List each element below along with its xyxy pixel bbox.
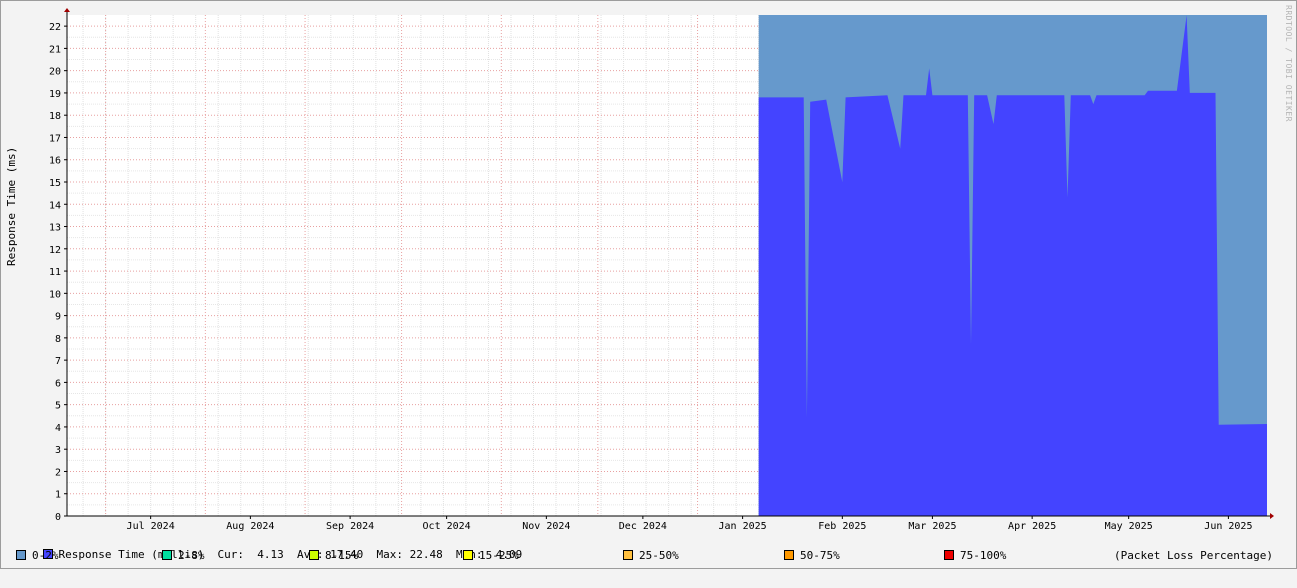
x-tick-label: Apr 2025 [1008,521,1056,532]
loss-legend-label: 2-8% [178,549,205,562]
x-tick-label: Mar 2025 [908,521,956,532]
y-tick-label: 14 [49,200,61,211]
y-tick-label: 9 [55,312,61,323]
loss-legend-label: 50-75% [800,549,840,562]
x-tick-label: Sep 2024 [326,521,374,532]
y-tick-label: 11 [49,267,61,278]
loss-legend-label: 8-15% [325,549,359,562]
y-tick-label: 2 [55,467,61,478]
loss-legend-swatch [944,550,954,560]
loss-legend-swatch [162,550,172,560]
y-axis-arrow [64,8,70,12]
y-tick-label: 5 [55,401,61,412]
y-tick-label: 21 [49,44,61,55]
loss-legend-label: 0-2% [32,549,59,562]
y-tick-label: 22 [49,22,61,33]
y-tick-label: 6 [55,378,61,389]
loss-legend-swatch [784,550,794,560]
y-tick-label: 7 [55,356,61,367]
x-tick-label: Nov 2024 [522,521,570,532]
loss-legend-label: 75-100% [960,549,1007,562]
graph-frame: 0 1 2 3 4 5 6 7 8 9 10 11 12 13 14 15 16 17 18 19 20 21 22 Jul … [0,0,1297,569]
loss-legend-swatch [623,550,633,560]
loss-legend-swatch [16,550,26,560]
y-tick-label: 0 [55,512,61,523]
y-tick-label: 15 [49,178,61,189]
x-tick-label: May 2025 [1105,521,1153,532]
packet-loss-legend: (Packet Loss Percentage) 0-2% 2-8% 8-15% 15… [16,549,1286,563]
y-tick-label: 19 [49,89,61,100]
loss-legend-item: 2-8% [162,549,205,562]
loss-legend-item: 25-50% [623,549,679,562]
y-tick-label: 4 [55,423,61,434]
response-time-chart: 012345678910111213141516171819202122Jul … [49,8,1274,532]
x-tick-label: Jun 2025 [1204,521,1252,532]
y-tick-label: 13 [49,223,61,234]
y-tick-label: 20 [49,67,61,78]
rrdtool-watermark: RRDTOOL / TOBI OETIKER [1284,5,1293,122]
y-tick-label: 17 [49,133,61,144]
y-tick-label: 1 [55,490,61,501]
y-axis-label: Response Time (ms) [5,146,18,266]
loss-legend-swatch [463,550,473,560]
loss-legend-label: 25-50% [639,549,679,562]
loss-legend-swatch [309,550,319,560]
loss-legend-item: 8-15% [309,549,358,562]
x-tick-label: Jan 2025 [719,521,767,532]
loss-legend-item: 50-75% [784,549,840,562]
loss-legend-item: 75-100% [944,549,1006,562]
x-tick-label: Oct 2024 [423,521,471,532]
y-tick-label: 10 [49,289,61,300]
loss-legend-label: 15-25% [479,549,519,562]
y-tick-label: 3 [55,445,61,456]
y-tick-label: 16 [49,156,61,167]
y-tick-label: 12 [49,245,61,256]
x-axis-arrow [1270,513,1274,519]
x-tick-label: Dec 2024 [619,521,667,532]
x-tick-label: Aug 2024 [226,521,274,532]
x-tick-label: Feb 2025 [818,521,866,532]
loss-legend-item: 0-2% [16,549,59,562]
x-tick-label: Jul 2024 [127,521,175,532]
loss-legend-item: 15-25% [463,549,519,562]
y-tick-label: 18 [49,111,61,122]
packet-loss-caption: (Packet Loss Percentage) [1114,549,1273,562]
y-tick-label: 8 [55,334,61,345]
